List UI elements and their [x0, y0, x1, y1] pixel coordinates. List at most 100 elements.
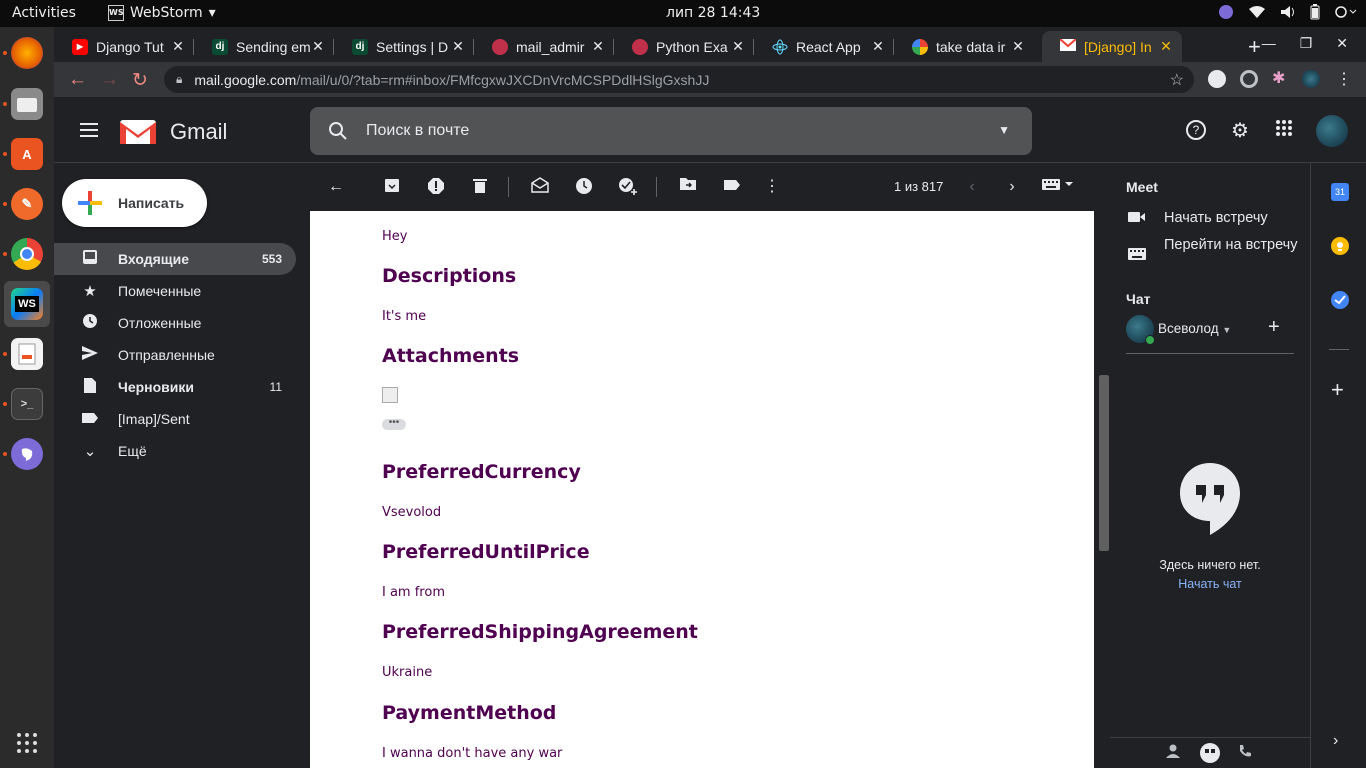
browser-tab-active[interactable]: [Django] In ✕	[1042, 31, 1182, 62]
input-tools-keyboard-icon[interactable]	[1040, 177, 1076, 197]
main-menu-icon[interactable]	[80, 123, 98, 137]
back-icon[interactable]: ←	[68, 69, 87, 91]
phone-icon[interactable]	[1238, 744, 1252, 761]
delete-icon[interactable]	[470, 177, 490, 197]
tasks-icon[interactable]	[1331, 291, 1349, 309]
new-chat-plus-icon[interactable]: +	[1268, 316, 1280, 339]
help-icon[interactable]: ?	[1184, 119, 1208, 143]
chat-user-name[interactable]: Всеволод ▼	[1158, 319, 1231, 340]
folder-starred[interactable]: ★ Помеченные	[54, 275, 296, 307]
new-tab-button[interactable]: +	[1248, 34, 1261, 60]
show-trimmed-content-button[interactable]: •••	[382, 418, 406, 430]
account-avatar[interactable]	[1316, 115, 1348, 147]
close-icon[interactable]: ✕	[450, 38, 466, 55]
webstorm-icon[interactable]: WS	[11, 288, 43, 320]
search-options-icon[interactable]: ▼	[998, 123, 1010, 137]
add-to-tasks-icon[interactable]	[618, 177, 638, 197]
profile-avatar[interactable]	[1302, 70, 1320, 88]
pen-icon[interactable]: ✎	[11, 188, 43, 220]
close-icon[interactable]: ✕	[170, 38, 186, 55]
app-menu[interactable]: WS WebStorm ▾	[108, 5, 216, 21]
hangouts-chat-icon[interactable]	[1200, 743, 1220, 763]
calendar-icon[interactable]: 31	[1331, 183, 1349, 201]
older-message-icon[interactable]: ›	[1002, 177, 1022, 197]
gmail-logo-icon[interactable]	[120, 117, 156, 144]
software-icon[interactable]: A	[11, 138, 43, 170]
report-spam-icon[interactable]	[426, 177, 446, 197]
close-icon[interactable]: ✕	[310, 38, 326, 55]
get-addons-plus-icon[interactable]: +	[1331, 377, 1344, 403]
folder-inbox[interactable]: Входящие 553	[54, 243, 296, 275]
compose-button[interactable]: Написать	[62, 179, 207, 227]
maximize-icon[interactable]: ❐	[1300, 35, 1313, 52]
close-icon[interactable]: ✕	[1010, 38, 1026, 55]
minimize-icon[interactable]: —	[1262, 35, 1276, 52]
tab-title: Settings | D	[376, 38, 449, 55]
activities-button[interactable]: Activities	[12, 5, 76, 21]
archive-icon[interactable]	[382, 177, 402, 197]
bookmark-star-icon[interactable]: ☆	[1170, 70, 1184, 90]
message-scrollbar[interactable]	[1099, 375, 1109, 551]
battery-icon[interactable]	[1310, 4, 1320, 24]
browser-tab[interactable]: take data ir ✕	[894, 31, 1034, 62]
close-icon[interactable]: ✕	[590, 38, 606, 55]
start-meeting-link[interactable]: Начать встречу	[1164, 208, 1268, 228]
browser-tab[interactable]: mail_admir ✕	[474, 31, 614, 62]
terminal-icon[interactable]: >_	[11, 388, 43, 420]
search-icon[interactable]	[328, 121, 348, 141]
reload-icon[interactable]: ↻	[132, 69, 148, 92]
folder-imap-sent[interactable]: [Imap]/Sent	[54, 403, 296, 435]
settings-gear-icon[interactable]: ⚙	[1228, 119, 1252, 143]
broken-image-icon[interactable]	[382, 387, 398, 403]
show-applications-icon[interactable]	[17, 733, 37, 753]
folder-sent[interactable]: Отправленные	[54, 339, 296, 371]
search-bar[interactable]: Поиск в почте ▼	[310, 107, 1032, 155]
lock-icon[interactable]: 🔒︎	[176, 72, 182, 87]
apps-grid-icon[interactable]	[1272, 119, 1296, 143]
files-icon[interactable]	[11, 88, 43, 120]
viber-tray-icon[interactable]	[1218, 4, 1234, 24]
close-icon[interactable]: ✕	[730, 38, 746, 55]
folder-label: Входящие	[118, 251, 189, 267]
system-tray[interactable]	[1218, 4, 1358, 24]
join-meeting-link[interactable]: Перейти на встречу	[1164, 235, 1304, 255]
close-icon[interactable]: ✕	[1336, 35, 1348, 52]
viber-icon[interactable]	[11, 438, 43, 470]
browser-tab[interactable]: dj Settings | D ✕	[334, 31, 474, 62]
folder-drafts[interactable]: Черновики 11	[54, 371, 296, 403]
close-icon[interactable]: ✕	[1158, 38, 1174, 55]
start-chat-link[interactable]: Начать чат	[1110, 577, 1310, 591]
mark-unread-icon[interactable]	[530, 177, 550, 197]
labels-icon[interactable]	[722, 177, 742, 197]
firefox-icon[interactable]	[11, 37, 43, 69]
search-input[interactable]: Поиск в почте	[366, 122, 469, 140]
snooze-clock-icon[interactable]	[574, 177, 594, 197]
clock[interactable]: лип 28 14:43	[666, 5, 760, 21]
folder-more[interactable]: ⌄ Ещё	[54, 435, 296, 467]
more-options-icon[interactable]: ⋮	[762, 177, 782, 197]
power-menu-icon[interactable]	[1334, 5, 1358, 23]
browser-tab[interactable]: Python Exa ✕	[614, 31, 754, 62]
close-icon[interactable]: ✕	[870, 38, 886, 55]
contacts-person-icon[interactable]	[1166, 744, 1180, 761]
extension-icon[interactable]	[1208, 70, 1226, 88]
move-to-icon[interactable]	[678, 177, 698, 197]
folder-snoozed[interactable]: Отложенные	[54, 307, 296, 339]
browser-tab[interactable]: dj Sending em ✕	[194, 31, 334, 62]
volume-icon[interactable]	[1280, 5, 1296, 23]
browser-tab[interactable]: React App ✕	[754, 31, 894, 62]
keep-icon[interactable]	[1331, 237, 1349, 255]
url-bar[interactable]: 🔒︎ mail.google.com /mail/u/0/?tab=rm#inb…	[164, 66, 1194, 93]
expand-panel-chevron-icon[interactable]: ›	[1333, 732, 1338, 750]
document-viewer-icon[interactable]	[11, 338, 43, 370]
extension-icon[interactable]	[1240, 70, 1258, 88]
browser-menu-icon[interactable]: ⋮	[1336, 69, 1352, 89]
newer-message-icon[interactable]: ‹	[962, 177, 982, 197]
folder-label: Отложенные	[118, 315, 202, 331]
forward-icon[interactable]: →	[100, 69, 119, 91]
browser-tab[interactable]: ▶ Django Tut ✕	[54, 31, 194, 62]
wifi-icon[interactable]	[1248, 5, 1266, 23]
chrome-icon[interactable]	[11, 238, 43, 270]
extensions-puzzle-icon[interactable]: ✱	[1272, 70, 1290, 88]
back-to-inbox-icon[interactable]: ←	[326, 177, 346, 197]
